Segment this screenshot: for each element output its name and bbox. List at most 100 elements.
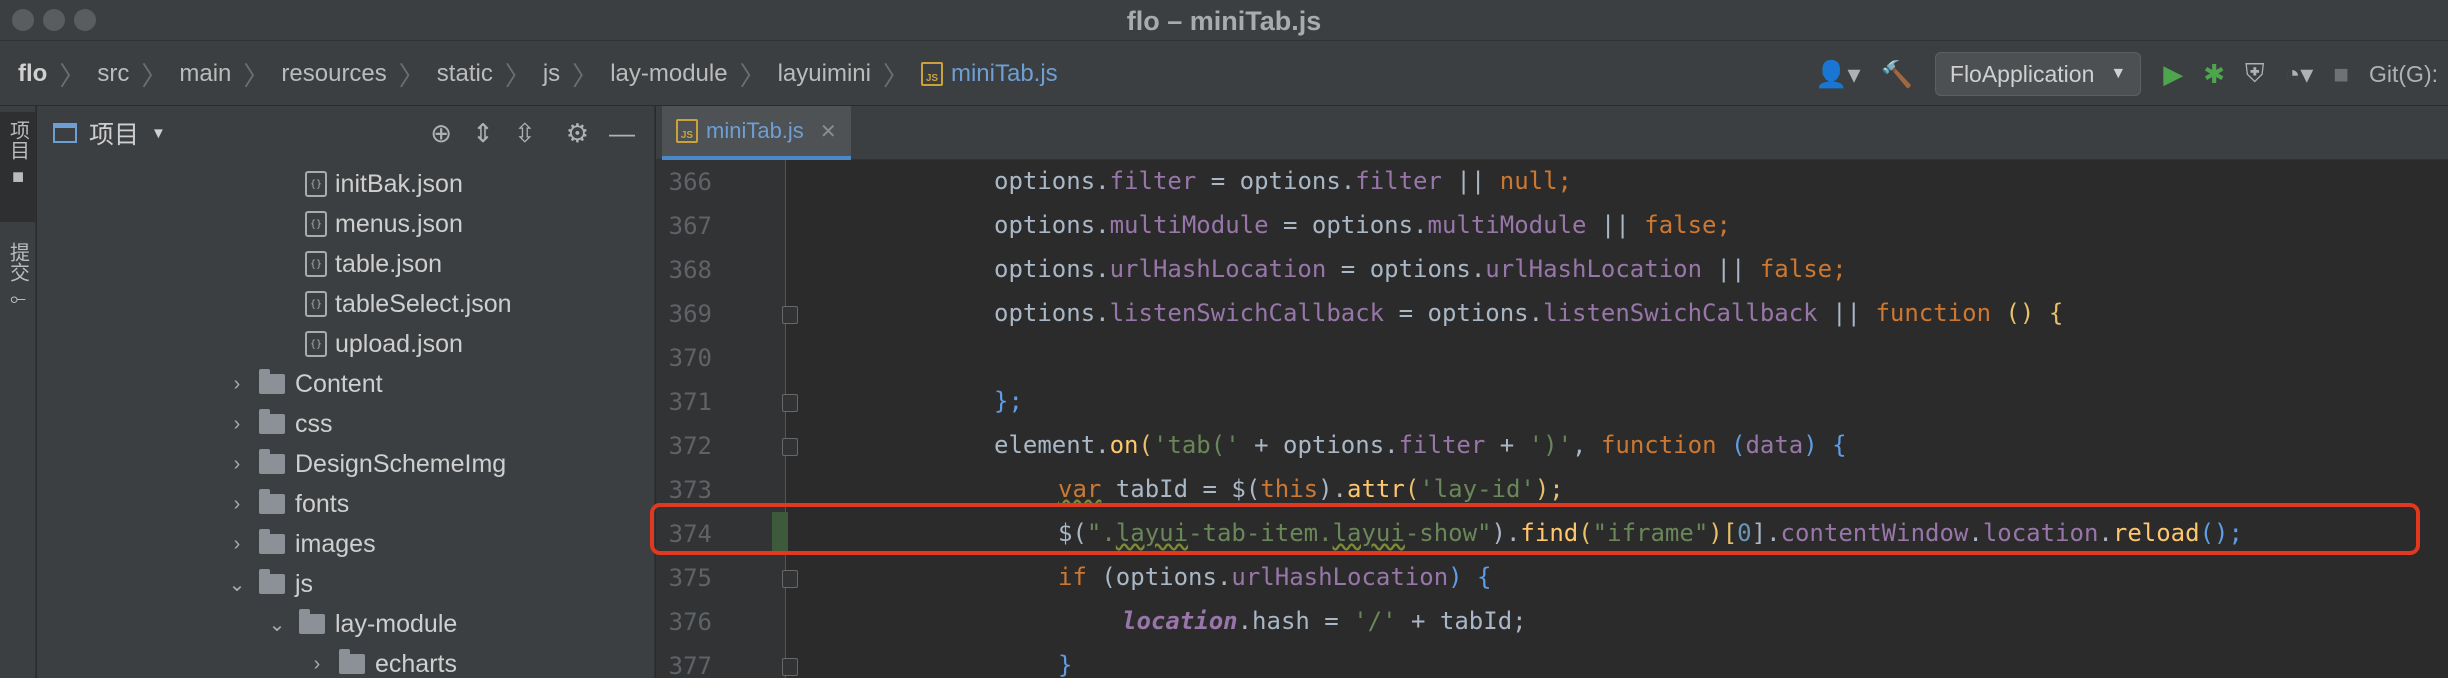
line-number: 368 (668, 256, 712, 284)
breadcrumb-item[interactable]: src (97, 60, 129, 88)
profile-icon[interactable]: ◔▾ (2285, 59, 2314, 90)
chevron-down-icon: ▼ (2110, 65, 2127, 82)
coverage-icon[interactable]: ⛨ (2245, 58, 2265, 90)
breadcrumb-item[interactable]: lay-module (610, 60, 727, 88)
breadcrumb-item[interactable]: layuimini (778, 60, 871, 88)
fold-marker-icon[interactable] (782, 306, 798, 324)
breadcrumb-item[interactable]: js (543, 60, 560, 88)
breadcrumb-item[interactable]: main (179, 60, 231, 88)
editor-tab-bar: JS miniTab.js ✕ (656, 106, 2448, 160)
chevron-right-icon[interactable]: › (225, 453, 249, 476)
chevron-right-icon[interactable]: › (225, 413, 249, 436)
folder-icon (339, 649, 365, 674)
tree-item-label: Content (295, 369, 383, 398)
tree-item-label: menus.json (335, 209, 463, 238)
chevron-right-icon: 〉 (572, 60, 599, 91)
code-text: options.multiModule = options.multiModul… (994, 211, 1731, 239)
tree-item-label: table.json (335, 249, 443, 278)
chevron-right-icon: 〉 (882, 60, 909, 91)
fold-marker-icon[interactable] (782, 658, 798, 676)
tree-item[interactable]: › echarts (305, 644, 457, 678)
breadcrumb-item[interactable]: resources (281, 60, 386, 88)
project-tool-button[interactable]: 项目 ■ (0, 112, 36, 222)
window-icon (53, 123, 77, 143)
line-number: 374 (668, 520, 712, 548)
locate-icon[interactable]: ⊕ (430, 118, 452, 149)
tab-minitab-js[interactable]: JS miniTab.js ✕ (662, 106, 851, 160)
close-icon[interactable]: ✕ (820, 119, 837, 144)
chevron-down-icon[interactable]: ⌄ (265, 612, 289, 637)
stop-icon[interactable]: ■ (2333, 59, 2349, 90)
hide-icon[interactable]: — (609, 118, 635, 149)
breadcrumb: flo 〉 src 〉 main 〉 resources 〉 static 〉 … (18, 41, 1058, 107)
window-title: flo – miniTab.js (1126, 6, 1322, 36)
code-line: 366 options.filter = options.filter || n… (656, 160, 2448, 204)
code-line: 373 var tabId = $(this).attr('lay-id'); (656, 468, 2448, 512)
code-text: } (1058, 651, 1073, 678)
fold-marker-icon[interactable] (782, 438, 798, 456)
breadcrumb-file-label: miniTab.js (950, 60, 1058, 87)
tree-item[interactable]: › Content (225, 364, 383, 404)
code-text: options.listenSwichCallback = options.li… (994, 299, 2064, 327)
tree-item[interactable]: ⌄ lay-module (265, 604, 457, 644)
build-hammer-icon[interactable]: 🔨 (1881, 59, 1913, 90)
tree-item[interactable]: {} menus.json (305, 204, 463, 244)
chevron-right-icon[interactable]: › (225, 373, 249, 396)
gear-icon[interactable]: ⚙ (566, 118, 589, 149)
main-toolbar: 👤▾ 🔨 FloApplication ▼ ▶ ✱ ⛨ ◔▾ ■ Git(G): (1805, 41, 2448, 107)
code-line-highlighted: 374 $(".layui-tab-item.layui-show").find… (656, 512, 2448, 556)
chevron-right-icon: 〉 (398, 60, 425, 91)
tree-item-label: images (295, 529, 376, 558)
debug-icon[interactable]: ✱ (2203, 59, 2225, 90)
run-configuration-select[interactable]: FloApplication ▼ (1934, 52, 2142, 96)
fold-marker-icon[interactable] (782, 570, 798, 588)
user-icon[interactable]: 👤▾ (1815, 59, 1860, 90)
commit-tool-button[interactable]: 提交 ⟜ (0, 234, 36, 334)
line-number: 369 (668, 300, 712, 328)
chevron-right-icon: 〉 (141, 60, 168, 91)
collapse-all-icon[interactable]: ⇳ (514, 118, 536, 149)
tree-item-label: initBak.json (335, 169, 463, 198)
tree-item-label: tableSelect.json (335, 289, 512, 318)
code-editor[interactable]: 366 options.filter = options.filter || n… (656, 160, 2448, 678)
chevron-right-icon: 〉 (739, 60, 766, 91)
run-icon[interactable]: ▶ (2163, 59, 2183, 90)
json-file-icon: {} (305, 251, 327, 277)
chevron-down-icon[interactable]: ⌄ (225, 572, 249, 597)
vcs-change-marker[interactable] (772, 512, 788, 554)
code-line: 369 options.listenSwichCallback = option… (656, 292, 2448, 336)
tree-item[interactable]: › css (225, 404, 333, 444)
tree-item-label: css (295, 409, 333, 438)
breadcrumb-item[interactable]: static (437, 60, 493, 88)
tree-item-label: upload.json (335, 329, 463, 358)
code-line: 372 element.on('tab(' + options.filter +… (656, 424, 2448, 468)
git-label[interactable]: Git(G): (2369, 61, 2438, 88)
tree-item[interactable]: › images (225, 524, 376, 564)
tree-item[interactable]: ⌄ js (225, 564, 313, 604)
project-panel-title: 项目 (89, 121, 140, 149)
code-line: 376 location.hash = '/' + tabId; (656, 600, 2448, 644)
project-view-selector[interactable]: 项目 ▼ (53, 115, 166, 151)
chevron-right-icon: 〉 (504, 60, 531, 91)
line-number: 366 (668, 168, 712, 196)
title-bar: flo – miniTab.js (0, 0, 2448, 40)
navigation-bar: flo 〉 src 〉 main 〉 resources 〉 static 〉 … (0, 40, 2448, 106)
chevron-right-icon[interactable]: › (225, 533, 249, 556)
folder-icon (259, 489, 285, 514)
chevron-right-icon[interactable]: › (305, 653, 329, 676)
folder-icon: ■ (11, 166, 25, 188)
tree-item[interactable]: {} initBak.json (305, 164, 463, 204)
project-panel-tools: ⊕ ⇕ ⇳ ⚙ — (420, 106, 645, 160)
code-line: 375 if (options.urlHashLocation) { (656, 556, 2448, 600)
fold-marker-icon[interactable] (782, 394, 798, 412)
tree-item[interactable]: › fonts (225, 484, 349, 524)
breadcrumb-current-file[interactable]: JS miniTab.js (920, 60, 1058, 88)
tree-item[interactable]: › DesignSchemeImg (225, 444, 506, 484)
tree-item[interactable]: {} upload.json (305, 324, 463, 364)
breadcrumb-item[interactable]: flo (18, 60, 47, 88)
tree-item[interactable]: {} tableSelect.json (305, 284, 512, 324)
line-number: 371 (668, 388, 712, 416)
chevron-right-icon[interactable]: › (225, 493, 249, 516)
tree-item[interactable]: {} table.json (305, 244, 442, 284)
expand-all-icon[interactable]: ⇕ (472, 118, 494, 149)
